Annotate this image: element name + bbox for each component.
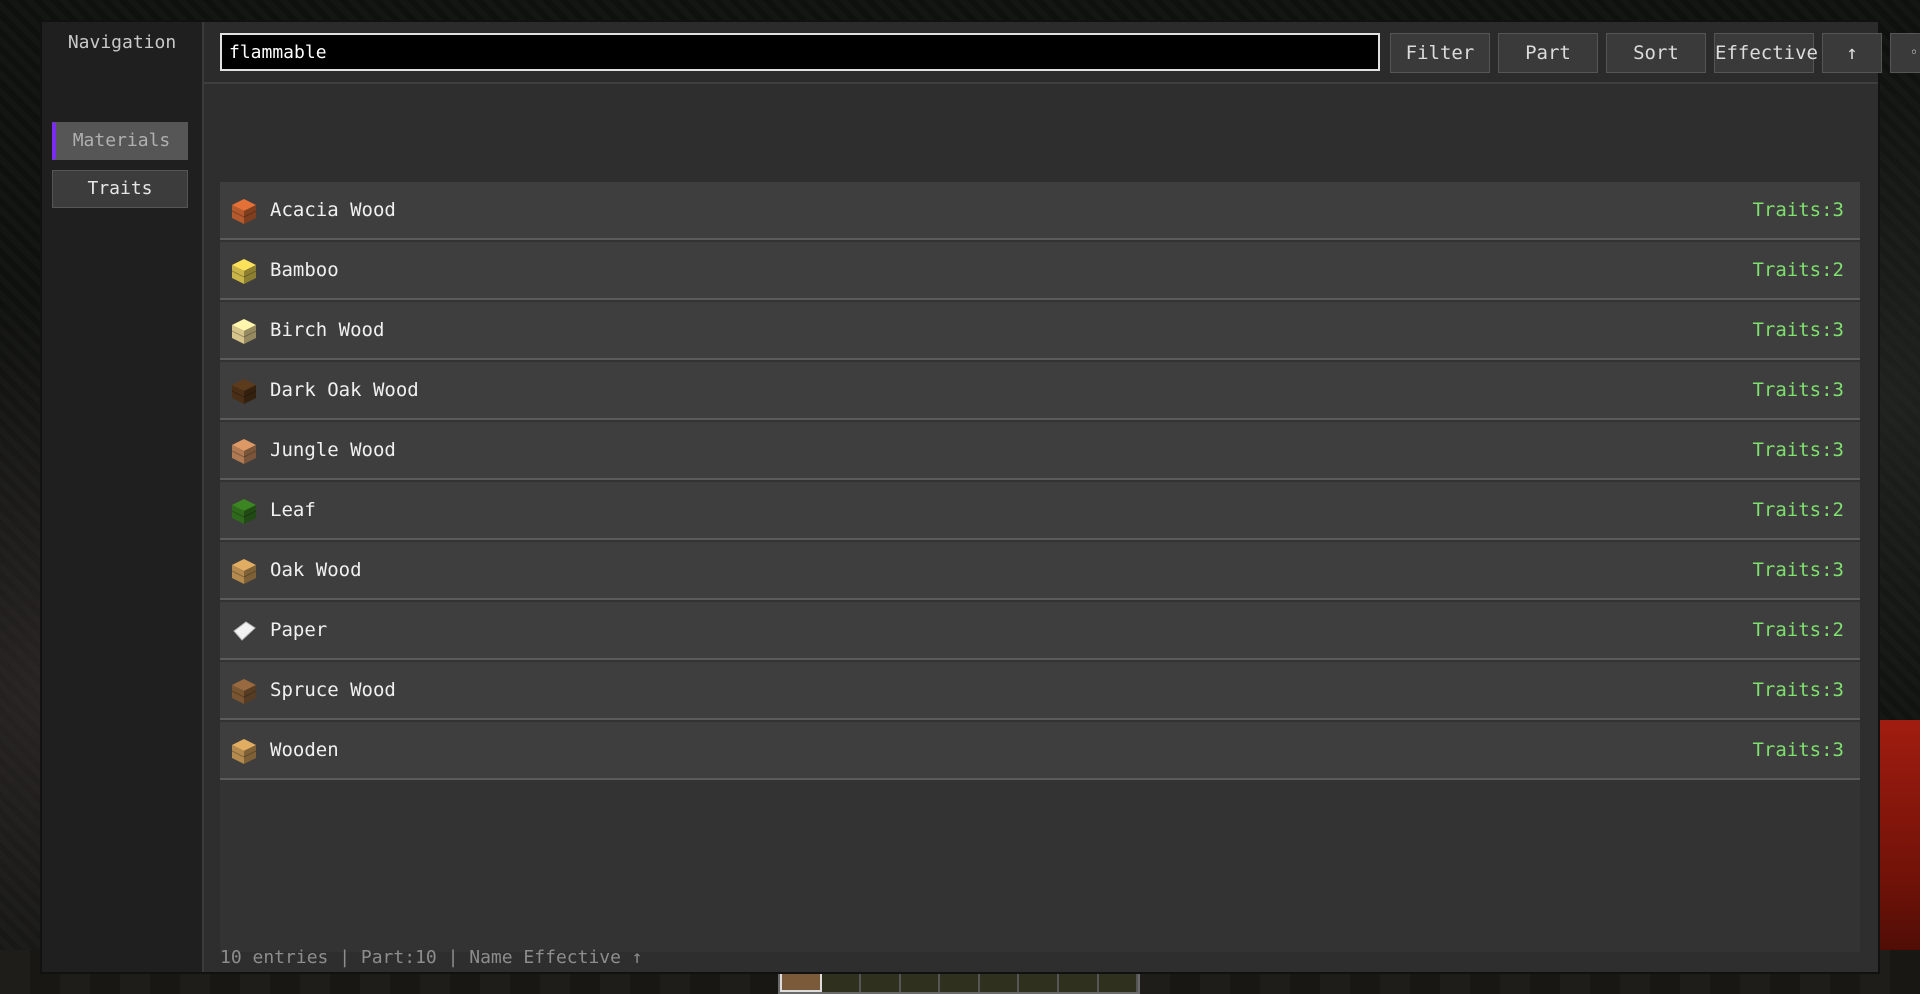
navigation-sidebar: Navigation Materials Traits [42,22,204,972]
material-traits-count: Traits:3 [1752,379,1844,401]
material-name: Jungle Wood [270,439,396,461]
status-bar: 10 entries | Part:10 | Name Effective ↑ [220,947,643,968]
search-input[interactable] [220,33,1380,71]
options-button[interactable]: ◦ [1890,33,1920,73]
jungle-wood-icon [230,437,258,465]
material-row[interactable]: Leaf Traits:2 [220,482,1860,540]
filter-button[interactable]: Filter [1390,33,1490,73]
materials-list: Acacia Wood Traits:3 Bamboo Traits:2 Birch W… [220,182,1860,952]
material-row[interactable]: Bamboo Traits:2 [220,242,1860,300]
material-name: Spruce Wood [270,679,396,701]
paper-icon [230,617,258,645]
wooden-icon [230,737,258,765]
sort-button[interactable]: Sort [1606,33,1706,73]
material-traits-count: Traits:3 [1752,739,1844,761]
material-name: Acacia Wood [270,199,396,221]
toolbar: Filter Part Sort Effective ↑ ◦ [204,22,1920,84]
sort-direction-button[interactable]: ↑ [1822,33,1882,73]
navigation-title: Navigation [67,32,177,53]
material-traits-count: Traits:3 [1752,439,1844,461]
material-row[interactable]: Paper Traits:2 [220,602,1860,660]
material-name: Oak Wood [270,559,362,581]
birch-wood-icon [230,317,258,345]
material-name: Leaf [270,499,316,521]
material-row[interactable]: Wooden Traits:3 [220,722,1860,780]
material-row[interactable]: Dark Oak Wood Traits:3 [220,362,1860,420]
material-name: Paper [270,619,328,641]
material-row[interactable]: Oak Wood Traits:3 [220,542,1860,600]
acacia-wood-icon [230,197,258,225]
material-row[interactable]: Acacia Wood Traits:3 [220,182,1860,240]
dark-oak-wood-icon [230,377,258,405]
effective-button[interactable]: Effective [1714,33,1818,73]
material-traits-count: Traits:2 [1752,619,1844,641]
oak-wood-icon [230,557,258,585]
material-name: Bamboo [270,259,339,281]
spruce-wood-icon [230,677,258,705]
material-name: Birch Wood [270,319,385,341]
material-traits-count: Traits:3 [1752,319,1844,341]
material-name: Dark Oak Wood [270,379,419,401]
material-row[interactable]: Jungle Wood Traits:3 [220,422,1860,480]
part-button[interactable]: Part [1498,33,1598,73]
material-row[interactable]: Spruce Wood Traits:3 [220,662,1860,720]
main-content: Filter Part Sort Effective ↑ ◦ Acacia Wo… [204,22,1920,972]
bamboo-icon [230,257,258,285]
material-traits-count: Traits:2 [1752,259,1844,281]
material-traits-count: Traits:3 [1752,199,1844,221]
materials-browser-window: Navigation Materials Traits Filter Part … [40,20,1920,974]
nav-traits-button[interactable]: Traits [52,170,188,208]
leaf-icon [230,497,258,525]
material-traits-count: Traits:2 [1752,499,1844,521]
material-traits-count: Traits:3 [1752,559,1844,581]
material-traits-count: Traits:3 [1752,679,1844,701]
nav-materials-button[interactable]: Materials [52,122,188,160]
material-name: Wooden [270,739,339,761]
material-row[interactable]: Birch Wood Traits:3 [220,302,1860,360]
